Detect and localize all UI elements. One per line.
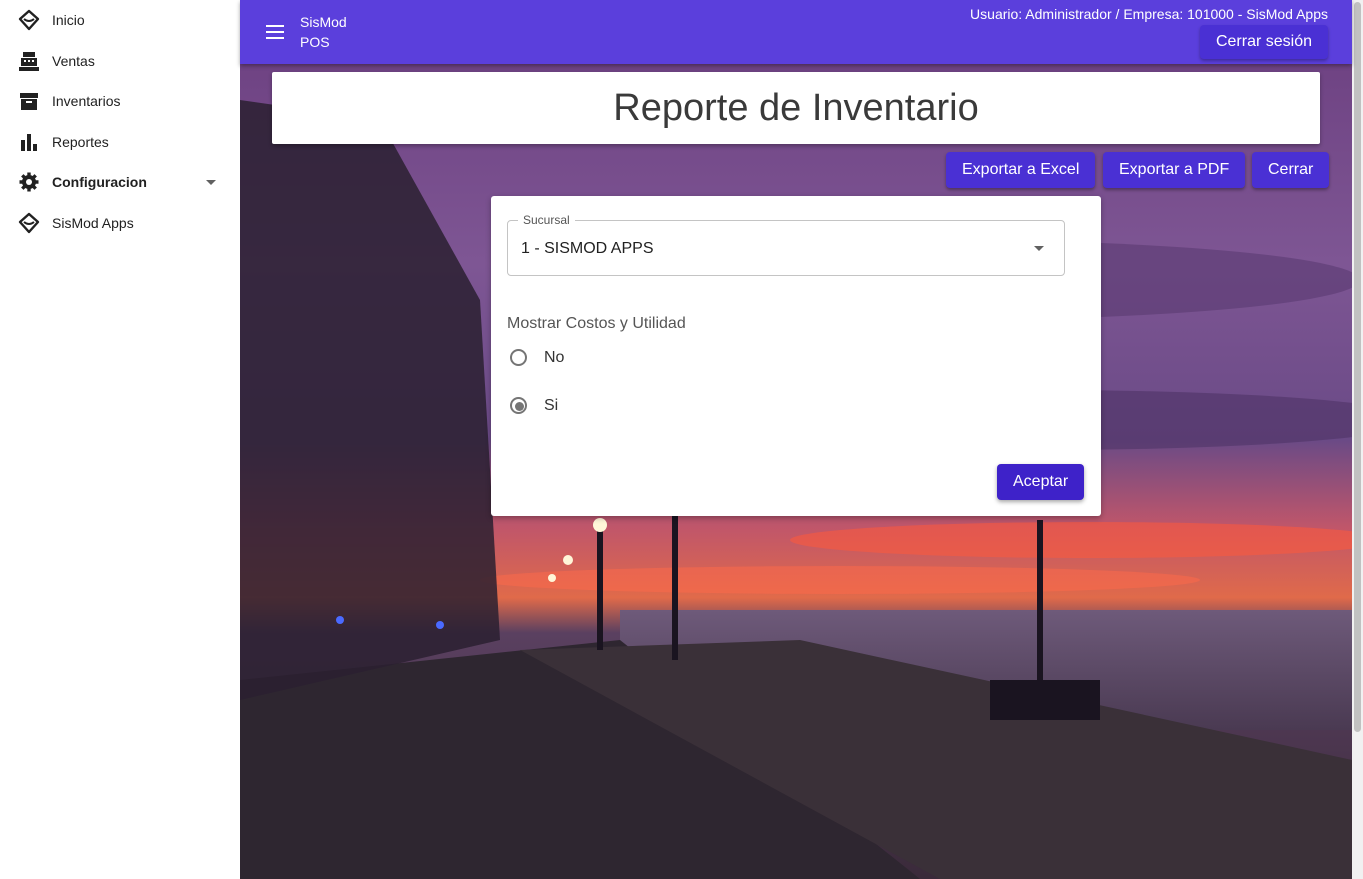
chevron-down-icon	[206, 179, 216, 185]
logout-button[interactable]: Cerrar sesión	[1199, 25, 1328, 59]
radio-checked-icon[interactable]	[510, 397, 527, 414]
sismod-logo-icon	[18, 9, 40, 31]
sidebar-item-label: Ventas	[52, 53, 95, 69]
bar-chart-icon	[18, 131, 40, 153]
app-bar: SisMod POS Usuario: Administrador / Empr…	[240, 0, 1352, 64]
chevron-down-icon	[1034, 246, 1044, 251]
report-form: Sucursal 1 - SISMOD APPS Mostrar Costos …	[491, 196, 1101, 516]
archive-box-icon	[18, 90, 40, 112]
sidebar-item-reportes[interactable]: Reportes	[0, 122, 240, 162]
cash-register-icon	[18, 50, 40, 72]
page-title-card: Reporte de Inventario	[272, 72, 1320, 144]
menu-icon[interactable]	[264, 20, 288, 44]
sidebar-item-inventarios[interactable]: Inventarios	[0, 81, 240, 121]
scrollbar-thumb[interactable]	[1354, 2, 1361, 732]
sucursal-select[interactable]: Sucursal 1 - SISMOD APPS	[507, 213, 1065, 276]
sidebar-item-sismod-apps[interactable]: SisMod Apps	[0, 203, 240, 243]
gear-icon	[18, 171, 40, 193]
user-info: Usuario: Administrador / Empresa: 101000…	[970, 6, 1328, 22]
sidebar: Inicio Ventas Inventarios Reportes Confi…	[0, 0, 241, 879]
app-title: SisMod POS	[300, 12, 347, 52]
sidebar-item-label: Reportes	[52, 134, 109, 150]
close-button[interactable]: Cerrar	[1252, 152, 1330, 188]
radio-option-si[interactable]: Si	[507, 390, 707, 426]
page-title: Reporte de Inventario	[613, 86, 979, 129]
export-excel-button[interactable]: Exportar a Excel	[946, 152, 1096, 188]
radio-unchecked-icon[interactable]	[510, 349, 527, 366]
radio-label: Si	[544, 397, 559, 414]
app-title-line2: POS	[300, 34, 330, 50]
sidebar-item-label: Inventarios	[52, 93, 121, 109]
export-pdf-button[interactable]: Exportar a PDF	[1103, 152, 1246, 188]
costs-label: Mostrar Costos y Utilidad	[507, 315, 686, 332]
sidebar-item-inicio[interactable]: Inicio	[0, 0, 240, 40]
sismod-logo-icon	[18, 212, 40, 234]
sidebar-item-configuracion[interactable]: Configuracion	[0, 162, 240, 202]
app-title-line1: SisMod	[300, 14, 347, 30]
sidebar-item-label: SisMod Apps	[52, 215, 134, 231]
radio-option-no[interactable]: No	[507, 342, 707, 378]
accept-button[interactable]: Aceptar	[997, 464, 1085, 500]
sidebar-item-label: Inicio	[52, 12, 85, 28]
sucursal-value: 1 - SISMOD APPS	[521, 240, 654, 257]
sucursal-label: Sucursal	[518, 213, 575, 227]
sidebar-item-label: Configuracion	[52, 174, 147, 190]
sidebar-item-ventas[interactable]: Ventas	[0, 41, 240, 81]
radio-label: No	[544, 349, 565, 366]
